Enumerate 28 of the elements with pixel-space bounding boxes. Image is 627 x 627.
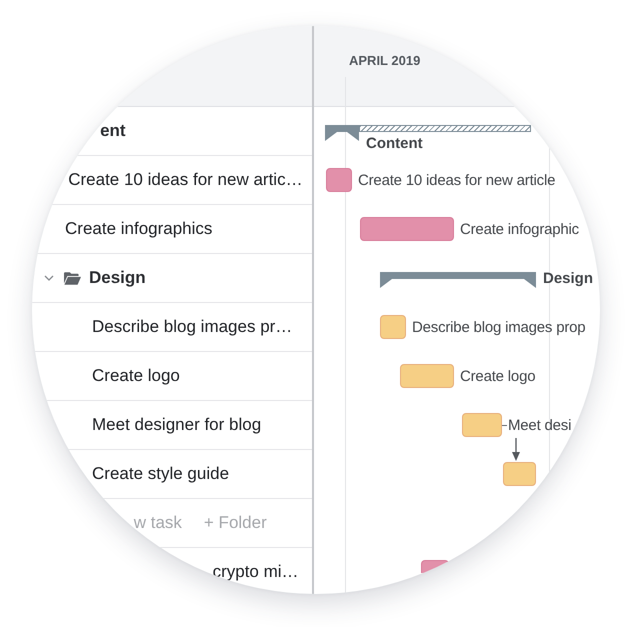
- group-bar-label: Design: [543, 270, 594, 288]
- folder-icon: [64, 272, 81, 284]
- group-name[interactable]: ent: [100, 121, 126, 141]
- task-bar[interactable]: [360, 217, 454, 241]
- task-bar-label: Create logo: [460, 367, 536, 386]
- hatched-bar[interactable]: [359, 125, 531, 132]
- task-name[interactable]: Describe blog images pr…: [92, 317, 292, 337]
- task-name[interactable]: Create infographics: [65, 219, 212, 239]
- task-bar-label: Create 10 ideas for new article: [358, 171, 556, 190]
- task-name[interactable]: crypto mi…: [212, 562, 299, 582]
- task-bar[interactable]: [380, 315, 406, 339]
- task-bar[interactable]: [503, 462, 536, 486]
- chevron-down-icon[interactable]: [44, 275, 54, 281]
- month-label: APRIL 2019: [349, 53, 420, 69]
- task-bar-label: Meet desi: [508, 416, 572, 435]
- group-bar[interactable]: [380, 272, 536, 288]
- task-bar[interactable]: [462, 413, 502, 437]
- task-name[interactable]: Create style guide: [92, 464, 230, 484]
- task-bar-label: Create infographic: [460, 220, 579, 239]
- task-bar-label: Describe blog images prop: [412, 318, 586, 337]
- group-bar-label: Content: [366, 135, 423, 153]
- group-bar[interactable]: [325, 125, 359, 141]
- task-bar[interactable]: [400, 364, 454, 388]
- task-name[interactable]: Create 10 ideas for new artic…: [68, 170, 303, 190]
- task-bar[interactable]: [326, 168, 352, 192]
- group-name[interactable]: Design: [89, 268, 146, 288]
- task-name[interactable]: Meet designer for blog: [92, 415, 262, 435]
- task-name[interactable]: Create logo: [92, 366, 180, 386]
